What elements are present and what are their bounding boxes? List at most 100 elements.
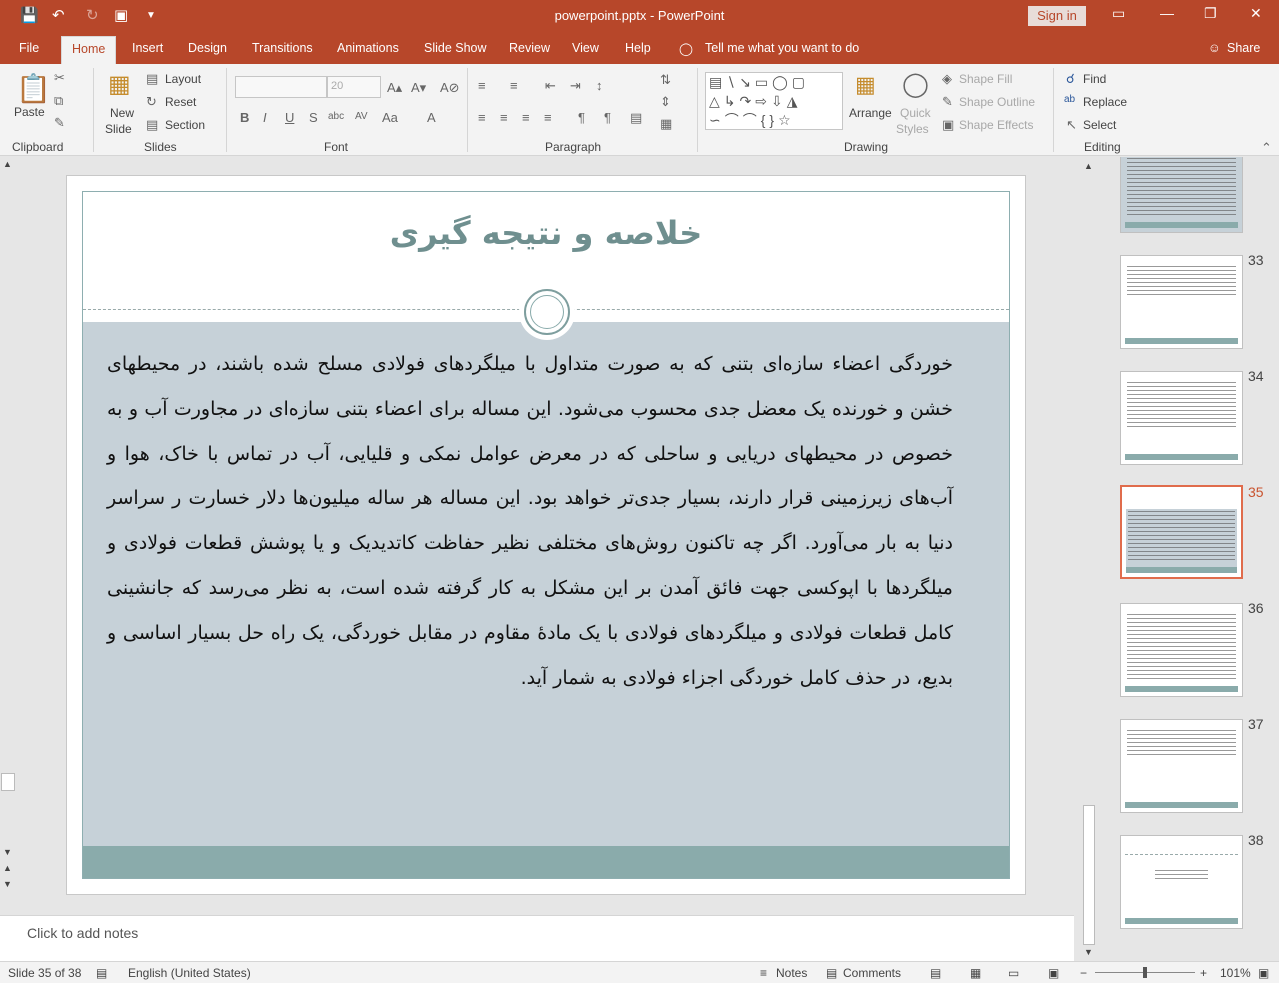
shape-effects-button[interactable]: Shape Effects: [959, 118, 1034, 132]
layout-button[interactable]: Layout: [165, 72, 201, 86]
tab-insert[interactable]: Insert: [132, 41, 163, 55]
justify-icon[interactable]: ≡: [544, 110, 552, 125]
paste-button[interactable]: Paste: [14, 105, 45, 119]
select-button[interactable]: Select: [1083, 118, 1116, 132]
clear-formatting-icon[interactable]: A⊘: [440, 80, 460, 96]
next-slide-icon[interactable]: ▼: [3, 879, 12, 889]
slide-body-text[interactable]: خوردگی اعضاء سازه‌ای بتنی که به صورت متد…: [107, 342, 953, 700]
tab-animations[interactable]: Animations: [337, 41, 399, 55]
select-icon[interactable]: ↖: [1066, 117, 1077, 133]
shape-outline-icon[interactable]: ✎: [942, 94, 953, 110]
char-spacing-icon[interactable]: AV: [355, 111, 368, 122]
align-left-icon[interactable]: ≡: [478, 110, 486, 125]
tab-slide-show[interactable]: Slide Show: [424, 41, 487, 55]
reset-icon[interactable]: ↻: [146, 94, 157, 110]
slideshow-view-icon[interactable]: ▣: [1048, 966, 1059, 980]
tell-me-search[interactable]: Tell me what you want to do: [705, 41, 859, 55]
decrease-font-icon[interactable]: A▾: [411, 80, 426, 96]
quick-styles-label-1[interactable]: Quick: [900, 106, 931, 120]
thumb-scroll-up-icon[interactable]: ▲: [1084, 161, 1093, 171]
slide-body[interactable]: خوردگی اعضاء سازه‌ای بتنی که به صورت متد…: [83, 322, 1009, 846]
font-family-combo[interactable]: [235, 76, 327, 98]
arrange-icon[interactable]: ▦: [855, 72, 876, 98]
thumbnail-32[interactable]: [1120, 157, 1243, 233]
align-right-icon[interactable]: ≡: [522, 110, 530, 125]
cut-icon[interactable]: ✂: [54, 70, 65, 86]
increase-font-icon[interactable]: A▴: [387, 80, 402, 96]
thumbnail-34[interactable]: [1120, 371, 1243, 465]
section-button[interactable]: Section: [165, 118, 205, 132]
minimize-icon[interactable]: —: [1160, 5, 1174, 21]
zoom-level[interactable]: 101%: [1220, 966, 1251, 980]
quick-styles-label-2[interactable]: Styles: [896, 122, 929, 136]
line-spacing-icon[interactable]: ↕: [596, 78, 603, 93]
tab-view[interactable]: View: [572, 41, 599, 55]
format-painter-icon[interactable]: ✎: [54, 115, 65, 131]
thumbnail-36[interactable]: [1120, 603, 1243, 697]
tab-home[interactable]: Home: [61, 36, 117, 64]
layout-icon[interactable]: ▤: [146, 71, 158, 87]
slide-counter[interactable]: Slide 35 of 38: [8, 966, 81, 980]
thumb-scroll-down-icon[interactable]: ▼: [1084, 947, 1093, 957]
share-button[interactable]: Share: [1227, 41, 1260, 55]
thumbnail-38[interactable]: [1120, 835, 1243, 929]
shape-effects-icon[interactable]: ▣: [942, 117, 954, 133]
notes-placeholder[interactable]: Click to add notes: [27, 925, 138, 941]
align-text-icon[interactable]: ⇕: [660, 94, 671, 110]
slide-sorter-icon[interactable]: ▦: [970, 966, 981, 980]
sign-in-button[interactable]: Sign in: [1028, 6, 1086, 26]
thumbnail-35[interactable]: [1120, 485, 1243, 579]
strikethrough-icon[interactable]: abc: [328, 111, 344, 122]
zoom-slider-thumb[interactable]: [1143, 967, 1147, 978]
new-slide-label-2[interactable]: Slide: [105, 122, 132, 136]
tab-transitions[interactable]: Transitions: [252, 41, 313, 55]
font-color-icon[interactable]: A: [427, 110, 436, 125]
thumbnail-scrollbar[interactable]: ▲ ▼: [1080, 157, 1098, 961]
comments-button[interactable]: Comments: [843, 966, 901, 980]
normal-view-icon[interactable]: ▤: [930, 966, 941, 980]
thumbnail-33[interactable]: [1120, 255, 1243, 349]
rtl-icon[interactable]: ¶: [578, 110, 585, 125]
reset-button[interactable]: Reset: [165, 95, 196, 109]
numbering-icon[interactable]: ≡: [510, 78, 518, 93]
scroll-down-icon[interactable]: ▼: [3, 847, 12, 857]
underline-icon[interactable]: U: [285, 110, 294, 125]
ltr-icon[interactable]: ¶: [604, 110, 611, 125]
align-center-icon[interactable]: ≡: [500, 110, 508, 125]
notes-button[interactable]: Notes: [776, 966, 807, 980]
paste-icon[interactable]: 📋: [16, 72, 51, 105]
notes-icon[interactable]: ≡: [760, 966, 767, 980]
new-slide-icon[interactable]: ▦: [108, 70, 131, 99]
shadow-icon[interactable]: S: [309, 110, 318, 125]
scroll-thumb[interactable]: [1, 773, 15, 791]
previous-slide-icon[interactable]: ▲: [3, 863, 12, 873]
spell-check-icon[interactable]: ▤: [96, 966, 107, 980]
collapse-ribbon-icon[interactable]: ⌃: [1261, 140, 1272, 156]
bold-icon[interactable]: B: [240, 110, 249, 125]
find-icon[interactable]: ☌: [1066, 71, 1075, 87]
fit-to-window-icon[interactable]: ▣: [1258, 966, 1269, 980]
text-direction-icon[interactable]: ⇅: [660, 72, 671, 88]
shape-fill-icon[interactable]: ◈: [942, 71, 952, 87]
shape-fill-button[interactable]: Shape Fill: [959, 72, 1012, 86]
italic-icon[interactable]: I: [263, 110, 267, 125]
quick-styles-icon[interactable]: ◯: [902, 70, 929, 99]
section-icon[interactable]: ▤: [146, 117, 158, 133]
find-button[interactable]: Find: [1083, 72, 1106, 86]
zoom-in-icon[interactable]: +: [1200, 966, 1207, 980]
bullets-icon[interactable]: ≡: [478, 78, 486, 93]
decrease-indent-icon[interactable]: ⇤: [545, 78, 556, 94]
tab-review[interactable]: Review: [509, 41, 550, 55]
tab-help[interactable]: Help: [625, 41, 651, 55]
notes-pane[interactable]: Click to add notes: [0, 915, 1074, 961]
language-indicator[interactable]: English (United States): [128, 966, 251, 980]
tab-design[interactable]: Design: [188, 41, 227, 55]
replace-icon[interactable]: ab: [1064, 94, 1075, 105]
thumbnail-37[interactable]: [1120, 719, 1243, 813]
reading-view-icon[interactable]: ▭: [1008, 966, 1019, 980]
zoom-out-icon[interactable]: −: [1080, 966, 1087, 980]
comments-icon[interactable]: ▤: [826, 966, 837, 980]
shapes-gallery[interactable]: ▤∖↘▭◯▢ △↳↷⇨⇩◮ ∽⌒⌒{}☆: [705, 72, 843, 130]
arrange-button[interactable]: Arrange: [849, 106, 892, 120]
slide-scrollbar[interactable]: ▲ ▼ ▲ ▼: [0, 157, 16, 895]
